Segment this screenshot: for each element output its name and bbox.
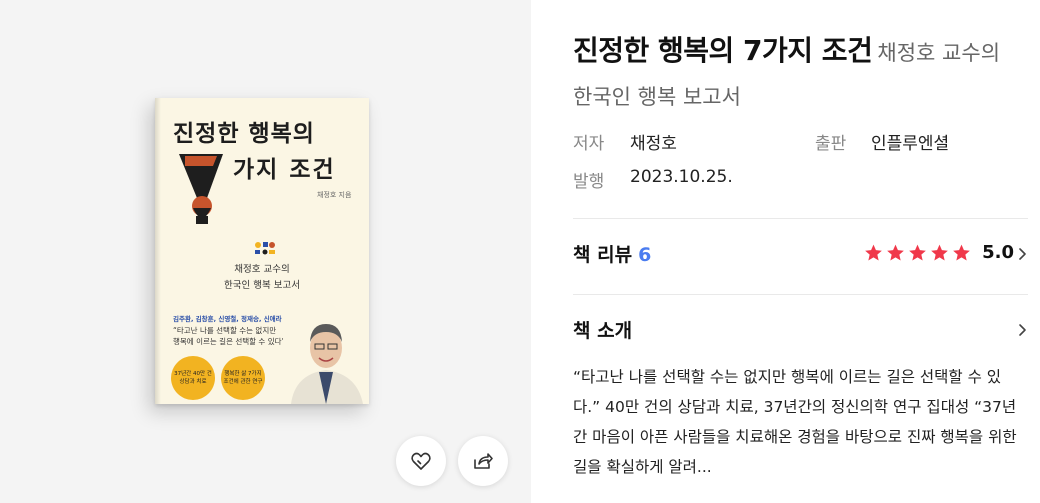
rating-score: 5.0 bbox=[982, 242, 1014, 263]
book-intro-header[interactable]: 책 소개 bbox=[573, 316, 1028, 346]
cover-title-line2: 가지 조건 bbox=[233, 157, 336, 183]
publisher-value[interactable]: 인플루엔셜 bbox=[871, 129, 949, 154]
share-icon bbox=[474, 453, 493, 469]
review-count: 6 bbox=[638, 244, 652, 266]
book-cover-panel: 진정한 행복의 가지 조건 채정호 지음 채정호 교수의 한국인 행복 보고서 … bbox=[0, 0, 531, 503]
star-icon bbox=[887, 244, 904, 261]
date-label: 발행 bbox=[573, 172, 605, 192]
divider bbox=[573, 294, 1028, 295]
book-review-row[interactable]: 책 리뷰 6 5.0 bbox=[573, 240, 1028, 270]
rating-value: 5.0 bbox=[982, 242, 1014, 263]
cover-seven-graphic bbox=[179, 154, 223, 224]
star-icon bbox=[909, 244, 926, 261]
book-intro-text: “타고난 나를 선택할 수는 없지만 행복에 이르는 길은 선택할 수 있다.”… bbox=[573, 368, 1017, 476]
book-spine bbox=[155, 98, 161, 404]
cover-subtitle: 채정호 교수의 한국인 행복 보고서 bbox=[155, 262, 369, 294]
chevron-right-icon bbox=[1019, 324, 1026, 336]
star-icon bbox=[865, 244, 882, 261]
cover-author-photo bbox=[283, 304, 369, 404]
chevron-right-icon bbox=[1019, 248, 1026, 260]
review-label: 책 리뷰 bbox=[573, 244, 633, 266]
book-cover-image[interactable]: 진정한 행복의 가지 조건 채정호 지음 채정호 교수의 한국인 행복 보고서 … bbox=[155, 98, 369, 404]
author-label: 저자 bbox=[573, 134, 605, 154]
cover-subtitle-line1: 채정호 교수의 bbox=[234, 264, 290, 275]
book-title-block: 진정한 행복의 7가지 조건 채정호 교수의 한국인 행복 보고서 bbox=[573, 30, 1023, 120]
cover-publisher-logo bbox=[255, 242, 275, 255]
heart-icon bbox=[411, 452, 431, 470]
share-button[interactable] bbox=[458, 436, 508, 486]
cover-subtitle-line2: 한국인 행복 보고서 bbox=[224, 280, 300, 291]
book-detail-panel: 진정한 행복의 7가지 조건 채정호 교수의 한국인 행복 보고서 저자 채정호… bbox=[531, 0, 1040, 503]
cover-badge-2: 행복한 삶 7가지 조건에 관한 연구 bbox=[221, 356, 265, 400]
cover-title-line1: 진정한 행복의 bbox=[173, 121, 315, 147]
publisher-label: 출판 bbox=[815, 134, 847, 154]
author-value[interactable]: 채정호 bbox=[630, 129, 677, 154]
star-icon bbox=[953, 244, 970, 261]
divider bbox=[573, 218, 1028, 219]
book-title: 진정한 행복의 7가지 조건 bbox=[573, 34, 873, 67]
date-value: 2023.10.25. bbox=[630, 167, 733, 187]
intro-label: 책 소개 bbox=[573, 320, 633, 342]
like-button[interactable] bbox=[396, 436, 446, 486]
cover-badge-1: 37년간 40만 건 상담과 치료 bbox=[171, 356, 215, 400]
star-icon bbox=[931, 244, 948, 261]
star-rating bbox=[863, 243, 972, 263]
cover-author: 채정호 지음 bbox=[317, 191, 352, 199]
